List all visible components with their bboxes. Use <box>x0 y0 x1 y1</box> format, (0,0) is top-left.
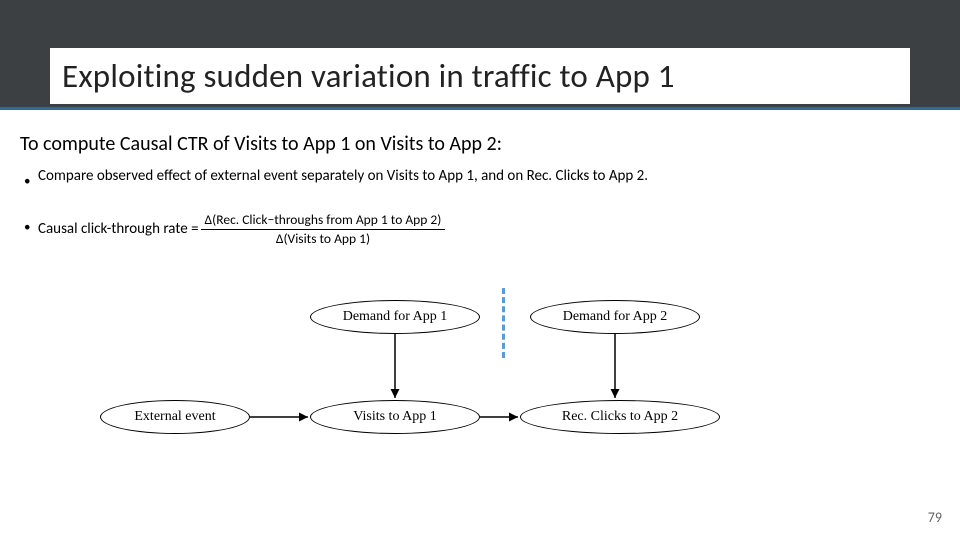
slide-title: Exploiting sudden variation in traffic t… <box>62 56 675 96</box>
page-number: 79 <box>928 509 942 526</box>
node-external-event: External event <box>100 400 250 434</box>
bullet-2-text: Causal click-through rate = Δ(Rec. Click… <box>38 212 940 247</box>
title-bar: Exploiting sudden variation in traffic t… <box>0 0 960 110</box>
content-area: To compute Causal CTR of Visits to App 1… <box>20 132 940 269</box>
bullet-2: Causal click-through rate = Δ(Rec. Click… <box>24 212 940 247</box>
node-rec-clicks-app2-label: Rec. Clicks to App 2 <box>562 409 678 425</box>
lead-sentence: To compute Causal CTR of Visits to App 1… <box>20 132 940 156</box>
node-demand-app2: Demand for App 2 <box>530 300 700 334</box>
causal-diagram: Demand for App 1 Demand for App 2 Extern… <box>100 300 860 460</box>
fraction: Δ(Rec. Click−throughs from App 1 to App … <box>201 212 446 247</box>
slide: Exploiting sudden variation in traffic t… <box>0 0 960 540</box>
bullet-1-text: Compare observed effect of external even… <box>38 166 940 187</box>
fraction-numerator: Δ(Rec. Click−throughs from App 1 to App … <box>201 212 446 230</box>
node-visits-app1-label: Visits to App 1 <box>353 409 437 425</box>
arrows-layer <box>100 300 860 460</box>
node-demand-app1: Demand for App 1 <box>310 300 480 334</box>
bullet-list: Compare observed effect of external even… <box>20 166 940 247</box>
node-rec-clicks-app2: Rec. Clicks to App 2 <box>520 400 720 434</box>
bullet-dot <box>24 166 38 190</box>
node-demand-app1-label: Demand for App 1 <box>343 309 448 325</box>
node-external-event-label: External event <box>134 409 215 425</box>
cut-dashed-line <box>502 288 505 358</box>
node-visits-app1: Visits to App 1 <box>310 400 480 434</box>
bullet-1: Compare observed effect of external even… <box>24 166 940 190</box>
bullet-2-prefix: Causal click-through rate = <box>38 219 199 240</box>
title-box: Exploiting sudden variation in traffic t… <box>50 48 910 104</box>
fraction-denominator: Δ(Visits to App 1) <box>272 230 374 247</box>
node-demand-app2-label: Demand for App 2 <box>563 309 668 325</box>
bullet-dot <box>24 212 38 236</box>
